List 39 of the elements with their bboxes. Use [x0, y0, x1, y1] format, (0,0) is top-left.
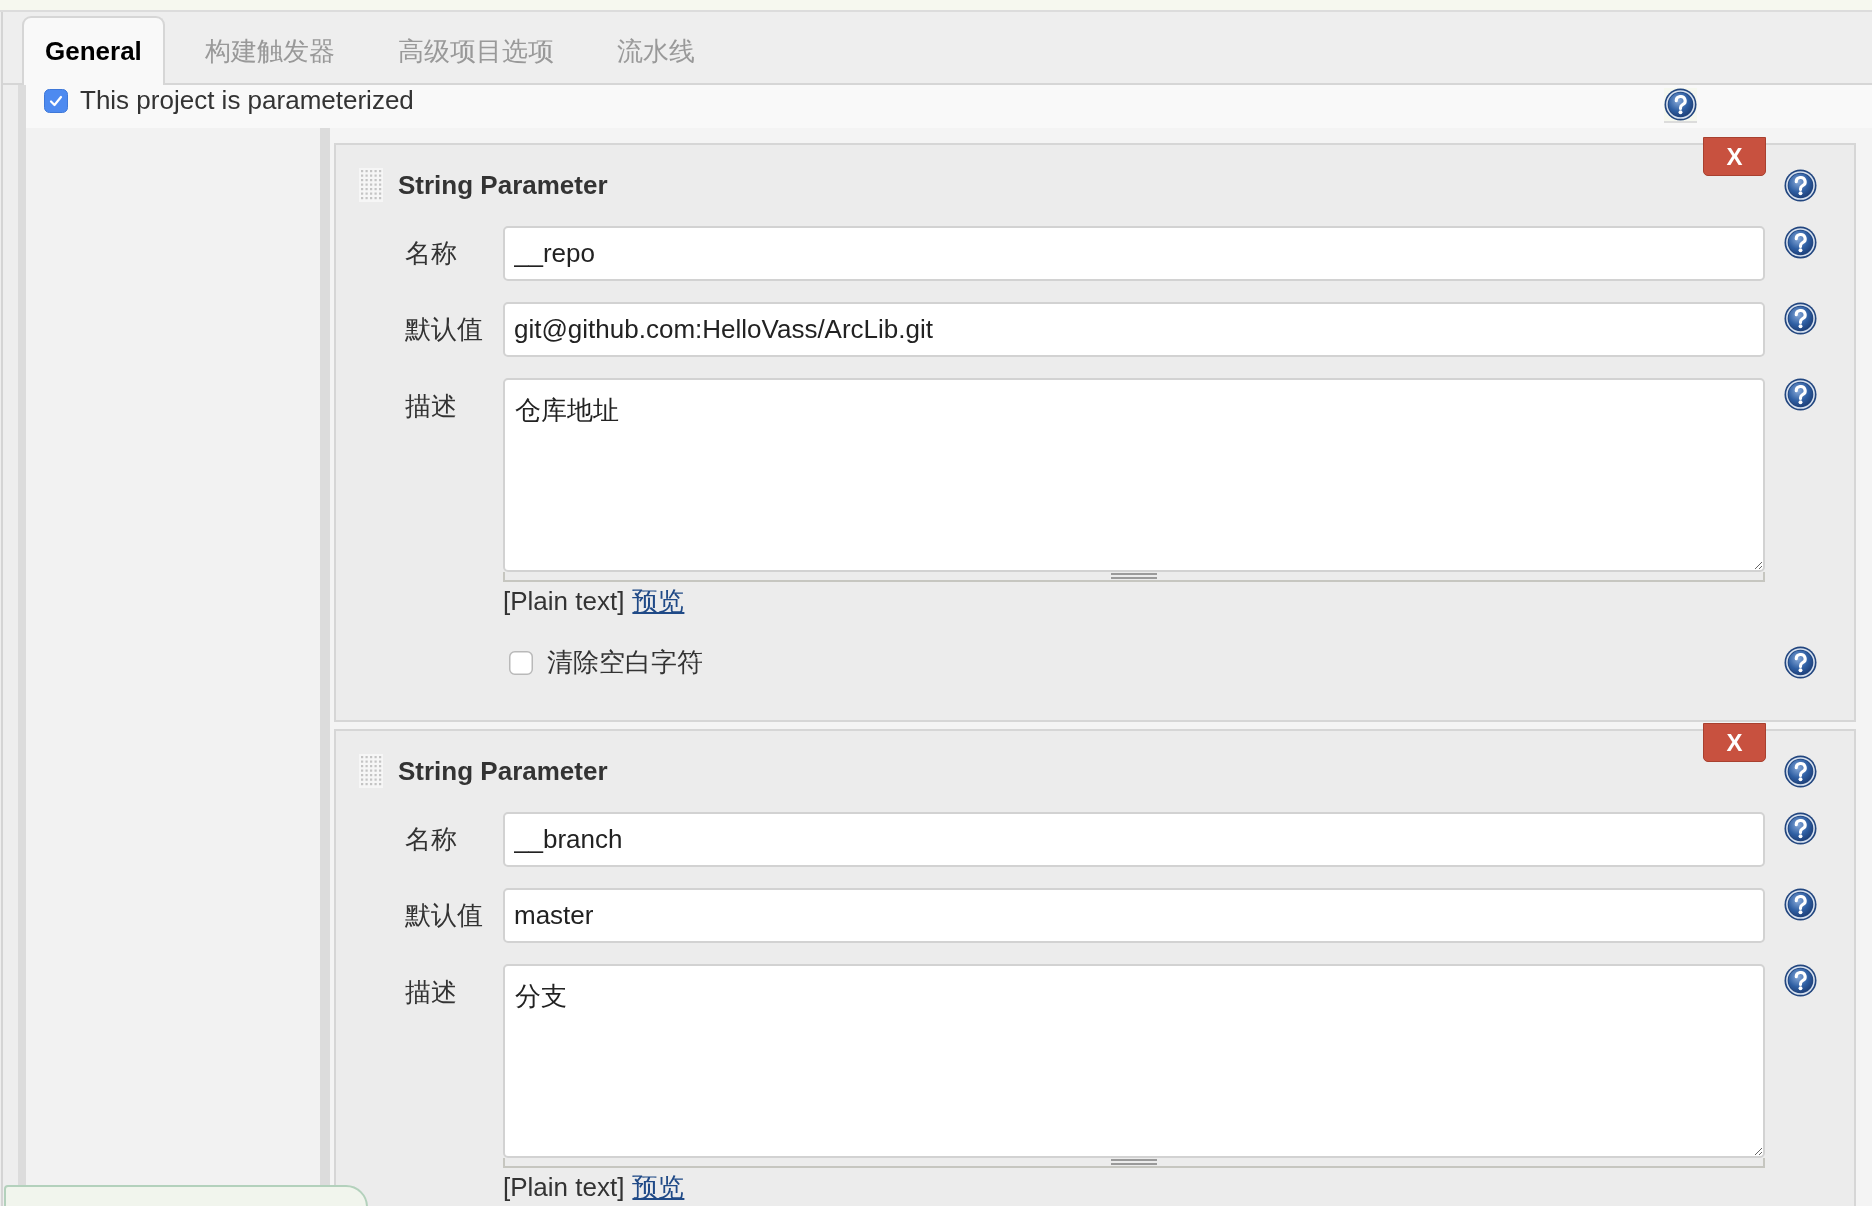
input-field[interactable]: git@github.com:HelloVass/ArcLib.git	[503, 302, 1765, 357]
help-icon[interactable]	[1784, 302, 1817, 335]
format-note: [Plain text]	[503, 1173, 625, 1201]
preview-link[interactable]: 预览	[632, 1173, 685, 1201]
remove-button[interactable]: X	[1703, 137, 1766, 176]
field-label: 名称	[405, 237, 457, 270]
help-icon[interactable]	[1664, 88, 1697, 123]
parameter-title: String Parameter	[398, 169, 608, 201]
tab[interactable]: General	[22, 16, 165, 85]
input-field[interactable]: __branch	[503, 812, 1765, 867]
field-label: 描述	[405, 978, 457, 1006]
checkbox[interactable]	[44, 88, 68, 113]
format-note: [Plain text]	[503, 587, 625, 615]
help-icon[interactable]	[1784, 646, 1817, 679]
help-icon[interactable]	[1784, 226, 1817, 259]
help-icon[interactable]	[1784, 378, 1817, 411]
field-label: 默认值	[405, 899, 483, 932]
help-icon[interactable]	[1784, 812, 1817, 845]
field-label: 默认值	[405, 313, 483, 346]
grip-icon[interactable]	[1111, 1159, 1157, 1165]
help-icon[interactable]	[1784, 888, 1817, 921]
field-label: 名称	[405, 823, 457, 856]
checkbox-label: This project is parameterized	[80, 85, 414, 116]
checkbox[interactable]	[509, 650, 533, 675]
preview-link[interactable]: 预览	[632, 587, 685, 615]
field-label: 描述	[405, 392, 457, 420]
textarea-field[interactable]: 分支	[503, 964, 1765, 1158]
drag-handle-icon[interactable]	[359, 168, 383, 202]
drag-handle-icon[interactable]	[359, 754, 383, 788]
help-icon[interactable]	[1784, 754, 1817, 788]
help-icon[interactable]	[1784, 964, 1817, 997]
input-field[interactable]: master	[503, 888, 1765, 943]
parameter-title: String Parameter	[398, 755, 608, 787]
remove-button[interactable]: X	[1703, 723, 1766, 762]
input-field[interactable]: __repo	[503, 226, 1765, 281]
help-icon[interactable]	[1784, 168, 1817, 202]
checkbox-label: 清除空白字符	[547, 646, 703, 679]
grip-icon[interactable]	[1111, 573, 1157, 579]
textarea-field[interactable]: 仓库地址	[503, 378, 1765, 572]
